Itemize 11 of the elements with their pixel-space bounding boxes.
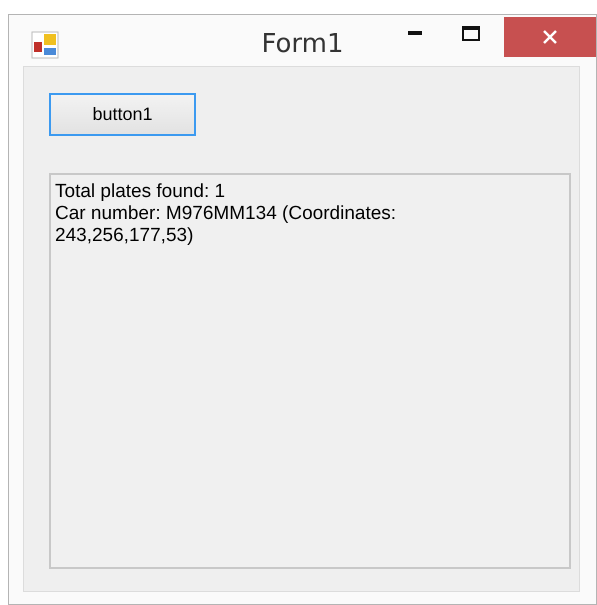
output-line: 243,256,177,53) <box>55 225 194 247</box>
output-line: Total plates found: 1 <box>55 181 226 203</box>
output-line: Car number: M976MM134 (Coordinates: <box>55 203 398 225</box>
close-button[interactable] <box>504 17 596 57</box>
maximize-icon <box>462 26 480 40</box>
output-textbox[interactable]: Total plates found: 1 Car number: M976MM134 (Coordinates: 243,256,177,53) <box>49 173 571 569</box>
minimize-icon <box>408 31 422 35</box>
close-icon <box>542 29 558 45</box>
app-icon <box>31 31 59 59</box>
window-title: Form1 <box>261 29 344 59</box>
button[interactable]: button1 <box>49 93 196 136</box>
